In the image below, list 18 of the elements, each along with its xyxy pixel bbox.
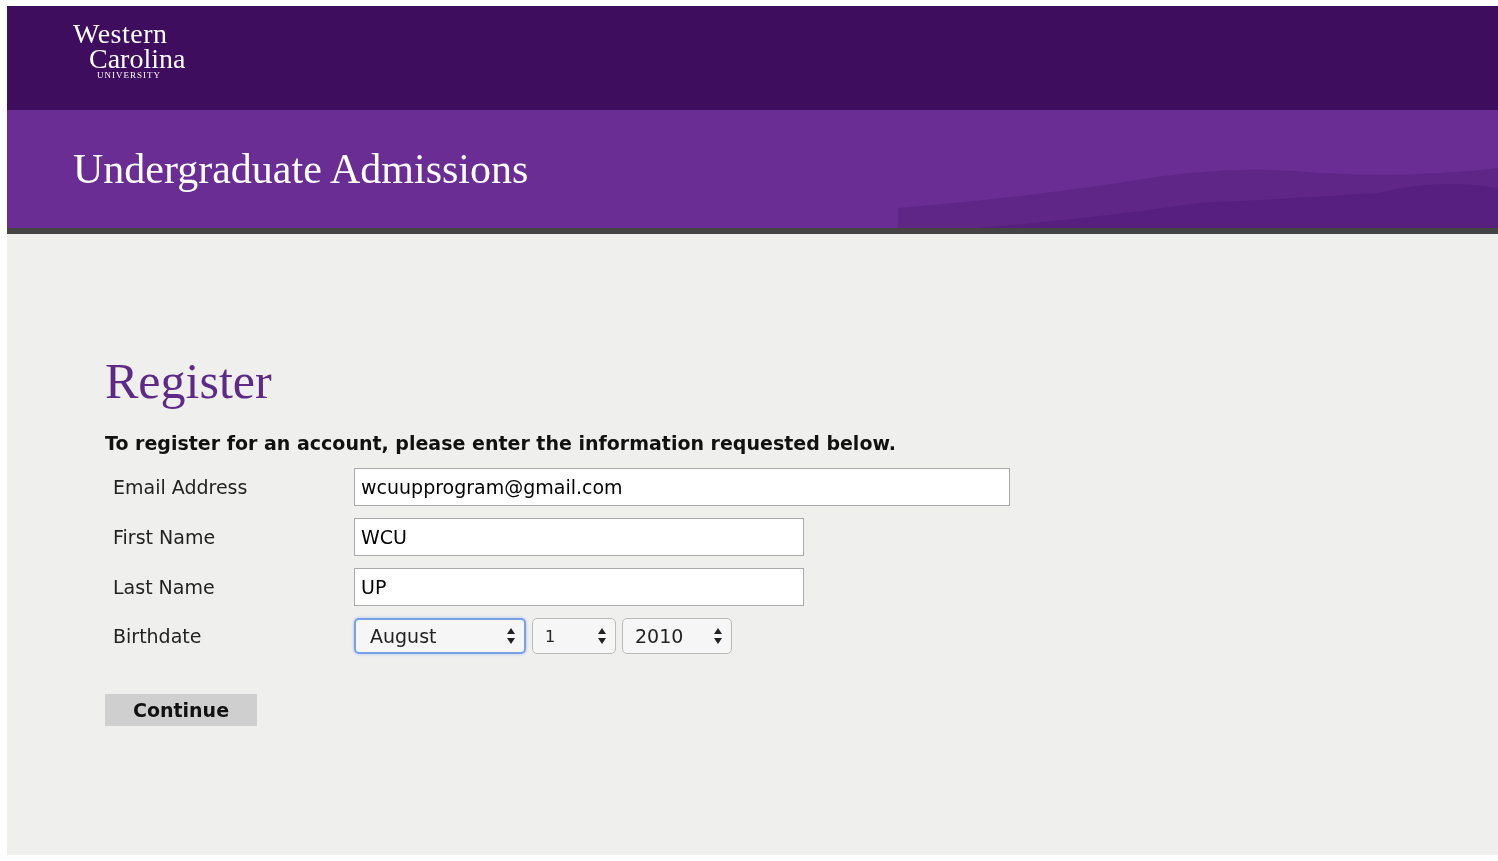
page-title: Register <box>105 352 273 410</box>
field-label: Last Name <box>112 576 216 598</box>
input-field[interactable]: UP <box>354 568 804 606</box>
field-label: Birthdate <box>112 625 203 647</box>
university-logo[interactable]: Western Carolina UNIVERSITY <box>73 20 186 82</box>
dropdown[interactable]: August <box>354 618 526 654</box>
input-field[interactable]: WCU <box>354 518 804 556</box>
intro-text: To register for an account, please enter the information requested below. <box>105 432 897 454</box>
banner-title: Undergraduate Admissions <box>73 145 529 193</box>
dropdown[interactable]: 2010 <box>622 618 732 654</box>
up-down-arrow-icon <box>506 627 516 645</box>
continue-button[interactable]: Continue <box>105 694 257 726</box>
dropdown[interactable]: 1 <box>532 618 616 654</box>
field-label: Email Address <box>112 476 249 498</box>
input-field[interactable]: wcuupprogram@gmail.com <box>354 468 1010 506</box>
up-down-arrow-icon <box>597 627 607 645</box>
up-down-arrow-icon <box>713 627 723 645</box>
field-label: First Name <box>112 526 217 548</box>
